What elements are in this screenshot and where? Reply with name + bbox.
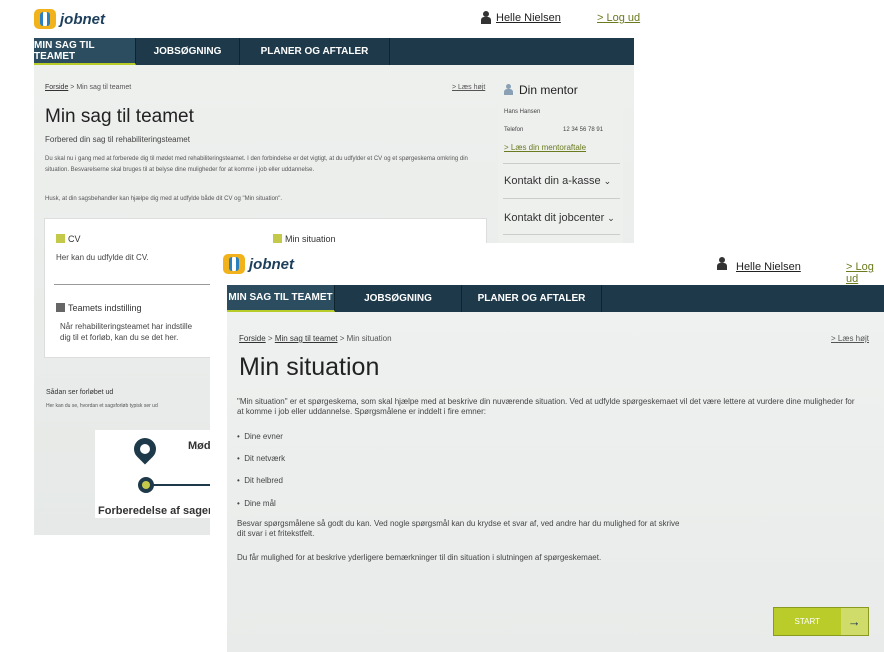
timeline-step-label: Forberedelse af sagen [98, 505, 215, 517]
mentor-name: Hans Hansen [504, 109, 541, 115]
breadcrumb-current: > Min sag til teamet [68, 84, 132, 91]
tab-planer[interactable]: PLANER OG AFTALER [462, 285, 602, 312]
answer-text-1: Besvar spørgsmålene så godt du kan. Ved … [237, 519, 680, 528]
page-subtitle: Forbered din sag til rehabiliteringsteam… [45, 135, 190, 144]
cv-text: Her kan du udfylde dit CV. [56, 253, 149, 262]
jobnet-logo[interactable]: jobnet [34, 9, 105, 29]
main-nav: MIN SAG TIL TEAMET JOBSØGNING PLANER OG … [34, 38, 634, 65]
breadcrumb-home[interactable]: Forside [239, 334, 266, 343]
jobnet-logo[interactable]: jobnet [223, 254, 294, 274]
page-title: Min sag til teamet [45, 106, 194, 127]
timeline-line [146, 484, 216, 486]
timeline-dot-icon [138, 477, 154, 493]
timeline-mod-label: Mød [188, 440, 211, 452]
tab-planer[interactable]: PLANER OG AFTALER [240, 38, 390, 65]
cv-title[interactable]: CV [56, 234, 81, 244]
contact-jobcenter[interactable]: Kontakt dit jobcenter ⌄ [504, 212, 615, 224]
square-icon [56, 303, 65, 312]
start-button[interactable]: START → [773, 607, 869, 636]
mentor-icon [504, 84, 513, 95]
tab-jobsoegning[interactable]: JOBSØGNING [136, 38, 240, 65]
mentor-title: Din mentor [519, 83, 578, 97]
chevron-down-icon: ⌄ [607, 213, 615, 223]
logout-link[interactable]: > Log ud [597, 12, 640, 24]
intro-text: "Min situation" er et spørgeskema, som s… [237, 397, 855, 416]
logo-icon [34, 9, 56, 29]
breadcrumb-current: Min situation [346, 334, 392, 343]
header: jobnet Helle Nielsen > Log ud [210, 243, 884, 285]
foreground-window: jobnet Helle Nielsen > Log ud MIN SAG TI… [210, 243, 884, 652]
list-item: • Dit helbred [237, 476, 283, 485]
divider [503, 163, 620, 164]
answer-text-2: dit svar i et fritekstfelt. [237, 529, 315, 538]
tab-min-sag[interactable]: MIN SAG TIL TEAMET [34, 38, 136, 65]
user-name-link[interactable]: Helle Nielsen [496, 12, 561, 24]
user-icon [717, 257, 727, 270]
remarks-text: Du får mulighed for at beskrive yderlige… [237, 553, 602, 562]
intro-text: Du skal nu i gang med at forberede dig t… [45, 156, 468, 173]
team-title[interactable]: Teamets indstilling [56, 303, 142, 313]
square-icon [56, 234, 65, 243]
list-item: • Dine mål [237, 499, 276, 508]
read-aloud-link[interactable]: > Læs højt [831, 334, 869, 343]
forloeb-title: Sådan ser forløbet ud [46, 389, 114, 396]
team-text-2: dig til et forløb, kan du se det her. [60, 333, 179, 342]
read-aloud-link[interactable]: > Læs højt [452, 84, 485, 91]
breadcrumb-min-sag[interactable]: Min sag til teamet [275, 334, 338, 343]
forloeb-text: Her kan du se, hvordan et sagsforløb typ… [46, 403, 158, 409]
chevron-down-icon: ⌄ [603, 176, 612, 186]
tab-jobsoegning[interactable]: JOBSØGNING [335, 285, 462, 312]
divider [503, 198, 620, 199]
contact-akasse[interactable]: Kontakt din a-kasse ⌄ [504, 175, 611, 187]
help-text: Husk, at din sagsbehandler kan hjælpe di… [45, 196, 283, 202]
divider [503, 234, 620, 235]
list-item: • Dit netværk [237, 454, 286, 463]
team-text-1: Når rehabiliteringsteamet har indstille [60, 322, 193, 331]
list-item: • Dine evner [237, 432, 283, 441]
breadcrumb: Forside > Min sag til teamet [45, 84, 131, 91]
header: jobnet Helle Nielsen > Log ud [0, 0, 646, 36]
mentor-phone-label: Telefon [504, 127, 524, 133]
mentor-phone: 12 34 56 78 91 [563, 127, 604, 133]
tab-min-sag[interactable]: MIN SAG TIL TEAMET [227, 285, 335, 312]
page-title: Min situation [239, 353, 380, 381]
user-name-link[interactable]: Helle Nielsen [736, 261, 801, 273]
logout-link[interactable]: > Log ud [846, 261, 884, 285]
divider [54, 284, 224, 285]
main-nav: MIN SAG TIL TEAMET JOBSØGNING PLANER OG … [227, 285, 884, 312]
breadcrumb: Forside > Min sag til teamet > Min situa… [239, 334, 392, 343]
mentor-agreement-link[interactable]: > Læs din mentoraftale [504, 143, 586, 152]
user-icon [481, 11, 491, 24]
breadcrumb-home[interactable]: Forside [45, 84, 68, 91]
start-label: START [774, 608, 841, 635]
logo-icon [223, 254, 245, 274]
arrow-right-icon: → [840, 608, 868, 635]
square-icon [273, 234, 282, 243]
